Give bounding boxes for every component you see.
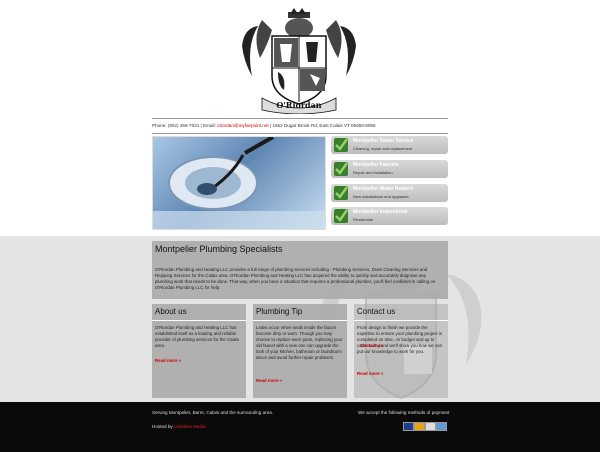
address-text: | 1552 Dugar Brook Rd, East Calais VT 05… — [268, 123, 376, 128]
discover-icon — [425, 422, 436, 431]
service-subtitle: New installations and upgrades — [353, 194, 409, 199]
service-item-inspections[interactable]: Montpelier Inspections Residential — [331, 207, 448, 225]
service-item-sewer[interactable]: Montpelier Sewer Service Cleaning, repai… — [331, 136, 448, 154]
check-icon — [334, 162, 348, 176]
drain-image-icon — [153, 137, 325, 229]
header-area: O'Riordan Phone: (802) 456-7031 | Email:… — [0, 0, 600, 236]
about-panel: About us O'Riordan Plumbing and Heating … — [152, 304, 246, 398]
hosted-by-text: Hosted by Limitless Media — [152, 424, 206, 429]
contact-info-bar: Phone: (802) 456-7031 | Email: oriordan@… — [152, 118, 448, 134]
service-title: Montpelier Sewer Service — [353, 138, 414, 144]
specialists-panel: Montpelier Plumbing Specialists O'Riorda… — [152, 241, 448, 299]
service-subtitle: Cleaning, repair and replacement — [353, 146, 413, 151]
hosted-by-link[interactable]: Limitless Media — [174, 424, 206, 429]
service-title: Montpelier Water Heaters — [353, 186, 414, 192]
tip-body: Leaks occur when seals inside the faucet… — [256, 325, 343, 360]
service-subtitle: Repair and installation — [353, 170, 393, 175]
payment-methods-text: We accept the following methods of payme… — [358, 410, 450, 415]
tip-panel: Plumbing Tip Leaks occur when seals insi… — [253, 304, 347, 398]
specialists-body: O'Riordan Plumbing and Heating LLC provi… — [155, 267, 436, 290]
about-read-more-link[interactable]: Read more » — [155, 358, 181, 363]
footer: Serving Montpelier, Barre, Calais and th… — [0, 402, 600, 452]
phone-text: Phone: (802) 456-7031 — [152, 123, 200, 128]
contact-panel: Contact us From design to finish we prov… — [354, 304, 448, 398]
hero-image — [152, 136, 326, 230]
crest-icon — [242, 8, 356, 115]
email-label: | Email: — [199, 123, 218, 128]
email-link[interactable]: oriordan@myfairpoint.net — [217, 123, 269, 128]
specialists-heading: Montpelier Plumbing Specialists — [155, 244, 283, 254]
divider — [354, 320, 448, 321]
coat-of-arms-logo[interactable]: O'Riordan — [238, 6, 360, 115]
tip-read-more-link[interactable]: Read more » — [256, 378, 282, 383]
check-icon — [334, 209, 348, 223]
contact-body: From design to finish we provide the exp… — [357, 325, 445, 355]
amex-icon — [436, 422, 447, 431]
visa-icon — [403, 422, 414, 431]
check-icon — [334, 186, 348, 200]
service-title: Montpelier Inspections — [353, 209, 408, 215]
divider — [152, 320, 246, 321]
service-item-faucets[interactable]: Montpelier Faucets Repair and installati… — [331, 160, 448, 178]
service-title: Montpelier Faucets — [353, 162, 399, 168]
serving-area-text: Serving Montpelier, Barre, Calais and th… — [152, 410, 274, 415]
logo-text: O'Riordan — [276, 100, 322, 110]
contact-heading: Contact us — [357, 307, 396, 316]
mastercard-icon — [414, 422, 425, 431]
divider — [253, 320, 347, 321]
service-item-water-heaters[interactable]: Montpelier Water Heaters New installatio… — [331, 184, 448, 202]
tip-heading: Plumbing Tip — [256, 307, 303, 316]
contact-read-more-link[interactable]: Read more » — [357, 371, 383, 376]
check-icon — [334, 138, 348, 152]
hosted-prefix: Hosted by — [152, 424, 174, 429]
contact-us-link[interactable]: Contact us — [360, 343, 383, 349]
service-subtitle: Residential — [353, 217, 373, 222]
about-body: O'Riordan Plumbing and Heating LLC has e… — [155, 325, 240, 348]
about-heading: About us — [155, 307, 187, 316]
